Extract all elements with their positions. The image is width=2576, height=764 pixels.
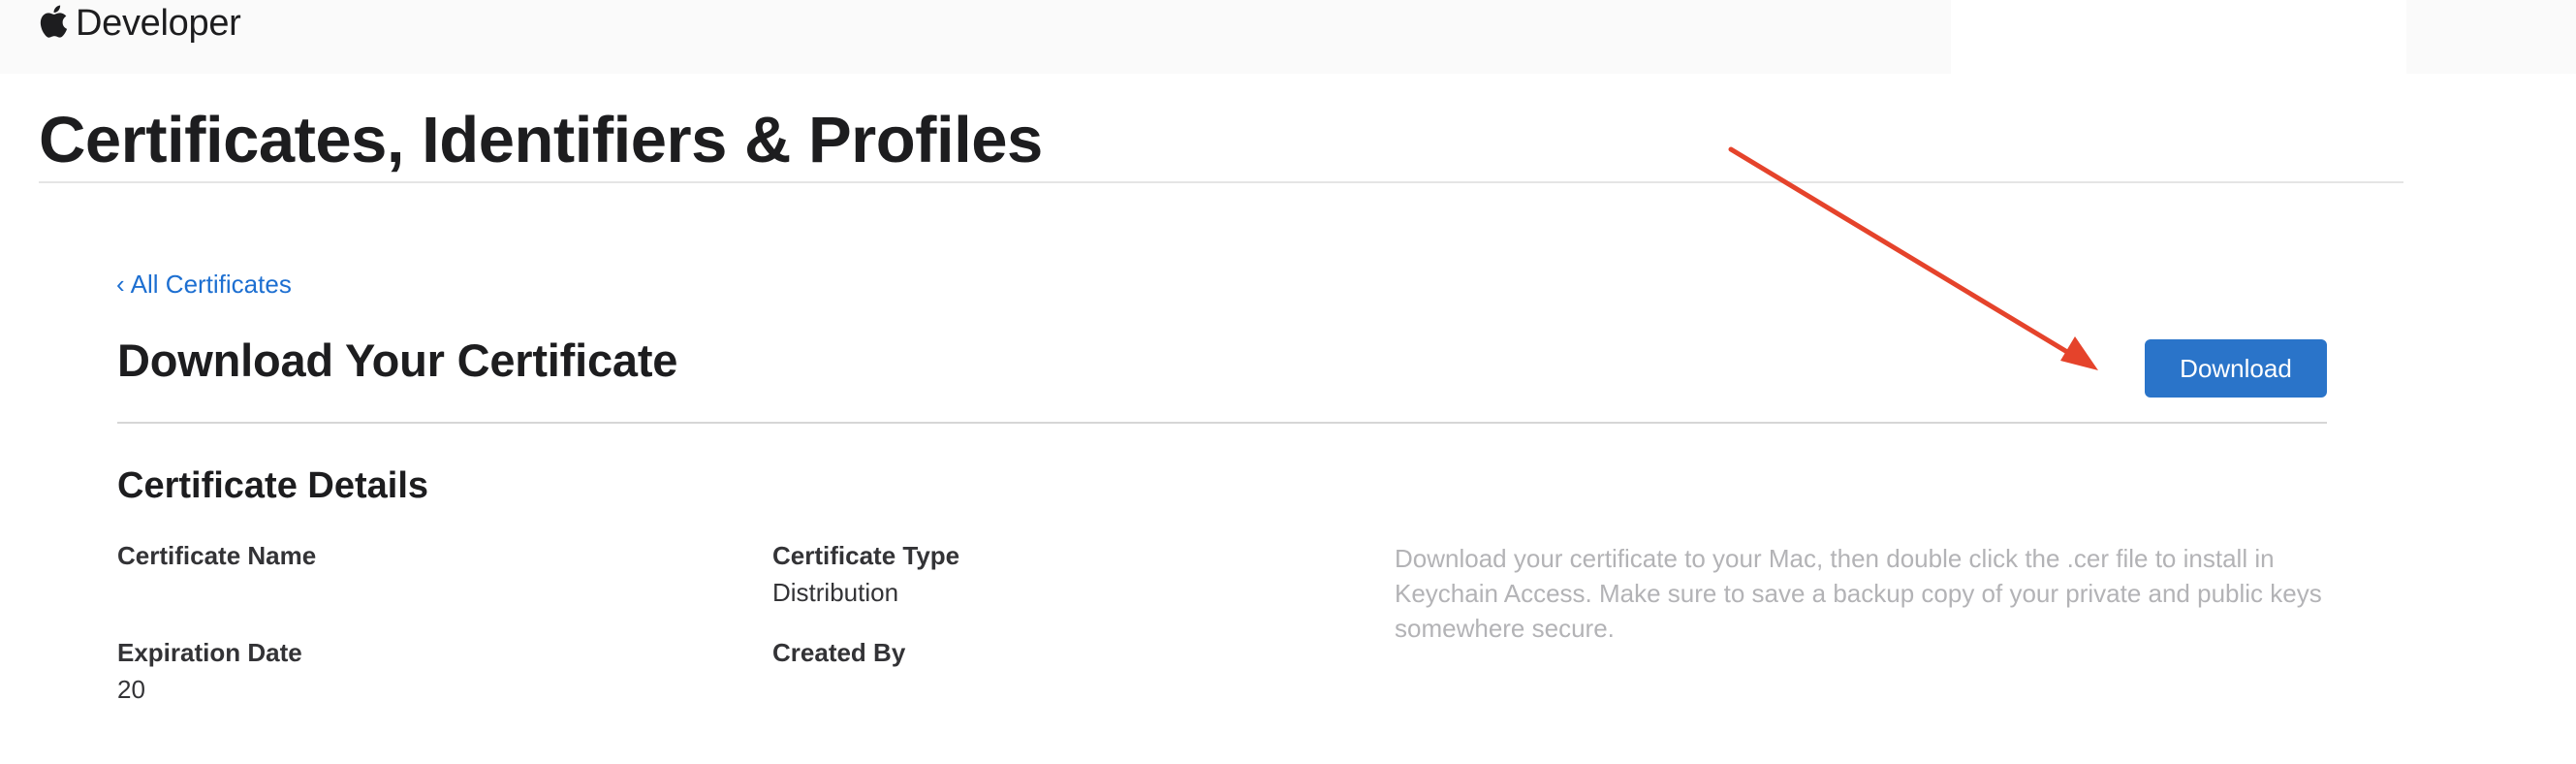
annotation-arrow-line xyxy=(1728,146,2075,358)
expiration-date-label: Expiration Date xyxy=(117,638,302,667)
nav-blank-region xyxy=(1951,0,2406,74)
chevron-left-icon: ‹ xyxy=(116,270,125,299)
download-button[interactable]: Download xyxy=(2145,339,2327,398)
section-title: Download Your Certificate xyxy=(117,334,678,386)
certificate-type-value: Distribution xyxy=(772,578,899,607)
global-nav: Developer xyxy=(0,0,2576,74)
apple-developer-home-link[interactable]: Developer xyxy=(39,0,241,43)
certificate-name-label: Certificate Name xyxy=(117,541,317,570)
certificate-type-label: Certificate Type xyxy=(772,541,960,570)
page-title: Certificates, Identifiers & Profiles xyxy=(39,104,1043,176)
certificate-details-title: Certificate Details xyxy=(117,465,429,506)
brand-label: Developer xyxy=(76,3,241,44)
back-link-label: All Certificates xyxy=(130,270,292,299)
expiration-date-value: 20 xyxy=(117,675,145,704)
all-certificates-link[interactable]: ‹ All Certificates xyxy=(116,270,292,300)
apple-logo-icon xyxy=(39,4,68,39)
download-instructions: Download your certificate to your Mac, t… xyxy=(1395,544,2322,643)
title-divider xyxy=(39,181,2403,183)
section-divider xyxy=(117,422,2327,424)
created-by-label: Created By xyxy=(772,638,906,667)
annotation-arrow-head xyxy=(2060,336,2098,370)
